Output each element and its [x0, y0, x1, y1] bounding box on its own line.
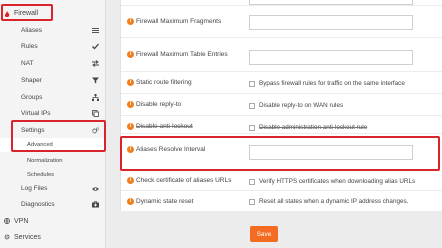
sidebar-item-firewall[interactable]: Firewall — [0, 5, 106, 22]
disable-reply-to-label: Disable reply-to — [136, 101, 182, 108]
row-disable-reply-to: i Disable reply-to Disable reply-to on W… — [121, 94, 442, 116]
previous-field-input[interactable] — [249, 0, 413, 5]
sidebar-item-diagnostics[interactable]: Diagnostics — [0, 196, 106, 213]
disable-anti-lockout-label: Disable anti-lockout — [136, 123, 193, 130]
max-fragments-input[interactable] — [249, 15, 413, 30]
sidebar-item-label: Shaper — [21, 77, 42, 84]
row-aliases-resolve-interval: i Aliases Resolve Interval — [121, 134, 442, 172]
sidebar-item-label: Virtual IPs — [21, 110, 51, 117]
gear-icon — [4, 234, 10, 242]
sidebar: Firewall Aliases Rules NAT Shaper Groups… — [0, 0, 106, 248]
aliases-resolve-interval-label: Aliases Resolve Interval — [136, 146, 206, 153]
dynamic-state-reset-option: Reset all states when a dynamic IP addre… — [259, 198, 409, 205]
sidebar-item-label: Diagnostics — [21, 201, 55, 208]
max-fragments-label: Firewall Maximum Fragments — [136, 18, 222, 25]
fire-icon — [4, 10, 10, 17]
disable-reply-to-option: Disable reply-to on WAN rules — [259, 102, 344, 109]
info-icon[interactable]: i — [127, 198, 134, 205]
sidebar-item-aliases[interactable]: Aliases — [0, 22, 106, 39]
sidebar-item-label: VPN — [14, 218, 29, 225]
check-certificate-label: Check certificate of aliases URLs — [136, 177, 232, 184]
sidebar-item-shaper[interactable]: Shaper — [0, 72, 106, 89]
sidebar-item-nat[interactable]: NAT — [0, 55, 106, 72]
cogs-icon — [92, 127, 99, 134]
max-table-entries-input[interactable] — [249, 50, 413, 65]
sidebar-item-groups[interactable]: Groups — [0, 89, 106, 106]
info-icon[interactable]: i — [127, 177, 134, 184]
settings-panel: i Firewall Maximum Fragments i Firewall … — [120, 0, 442, 211]
sidebar-item-label: Advanced — [27, 142, 53, 148]
copy-icon — [92, 110, 99, 117]
row-max-fragments: i Firewall Maximum Fragments — [121, 6, 442, 38]
check-certificate-checkbox[interactable] — [249, 178, 255, 185]
row-static-route-filtering: i Static route filtering Bypass firewall… — [121, 72, 442, 94]
static-route-filtering-option: Bypass firewall rules for traffic on the… — [259, 80, 405, 87]
info-icon[interactable]: i — [127, 101, 134, 108]
sidebar-item-label: Groups — [21, 94, 43, 101]
static-route-filtering-checkbox[interactable] — [249, 80, 255, 87]
static-route-filtering-label: Static route filtering — [136, 79, 192, 86]
sidebar-item-advanced[interactable]: Advanced — [0, 138, 106, 152]
max-table-entries-label: Firewall Maximum Table Entries — [136, 51, 228, 58]
disable-anti-lockout-checkbox[interactable] — [249, 124, 255, 131]
save-button[interactable]: Save — [250, 226, 278, 242]
check-certificate-option: Verify HTTPS certificates when downloadi… — [259, 178, 416, 185]
info-icon[interactable]: i — [127, 146, 134, 153]
row-disable-anti-lockout: i Disable anti-lockout Disable administr… — [121, 116, 442, 134]
row-max-table-entries: i Firewall Maximum Table Entries — [121, 38, 442, 72]
disable-anti-lockout-option: Disable administration anti-lockout rule — [259, 124, 368, 131]
row-check-certificate: i Check certificate of aliases URLs Veri… — [121, 172, 442, 191]
sidebar-item-label: Log Files — [21, 185, 48, 192]
exchange-icon — [92, 60, 99, 67]
medkit-icon — [92, 201, 99, 208]
sidebar-item-label: NAT — [21, 60, 34, 67]
sidebar-item-label: Schedules — [27, 171, 55, 178]
sidebar-item-label: Firewall — [14, 10, 39, 17]
sidebar-item-rules[interactable]: Rules — [0, 38, 106, 55]
globe-icon — [4, 217, 10, 226]
aliases-resolve-interval-input[interactable] — [249, 145, 413, 160]
sidebar-item-label: Rules — [21, 43, 38, 50]
dynamic-state-reset-label: Dynamic state reset — [136, 198, 194, 205]
sidebar-item-virtual-ips[interactable]: Virtual IPs — [0, 105, 106, 122]
check-icon — [92, 43, 99, 50]
info-icon[interactable]: i — [127, 123, 134, 130]
dynamic-state-reset-checkbox[interactable] — [249, 198, 255, 205]
disable-reply-to-checkbox[interactable] — [249, 102, 255, 109]
filter-icon — [92, 77, 99, 84]
row-dynamic-state-reset: i Dynamic state reset Reset all states w… — [121, 191, 442, 211]
sidebar-item-label: Aliases — [21, 27, 42, 34]
sidebar-item-label: Services — [14, 234, 41, 241]
info-icon[interactable]: i — [127, 18, 134, 25]
list-icon — [92, 27, 99, 34]
eye-icon — [92, 185, 99, 192]
sidebar-item-label: Normalization — [27, 157, 63, 164]
sidebar-item-label: Settings — [21, 127, 45, 134]
sidebar-item-settings[interactable]: Settings — [0, 122, 106, 139]
sidebar-item-vpn[interactable]: VPN — [0, 213, 106, 230]
info-icon[interactable]: i — [127, 79, 134, 86]
sidebar-item-services[interactable]: Services — [0, 229, 106, 246]
main-content: i Firewall Maximum Fragments i Firewall … — [106, 0, 442, 248]
sidebar-item-log-files[interactable]: Log Files — [0, 180, 106, 197]
sitemap-icon — [92, 94, 99, 101]
info-icon[interactable]: i — [127, 51, 134, 58]
